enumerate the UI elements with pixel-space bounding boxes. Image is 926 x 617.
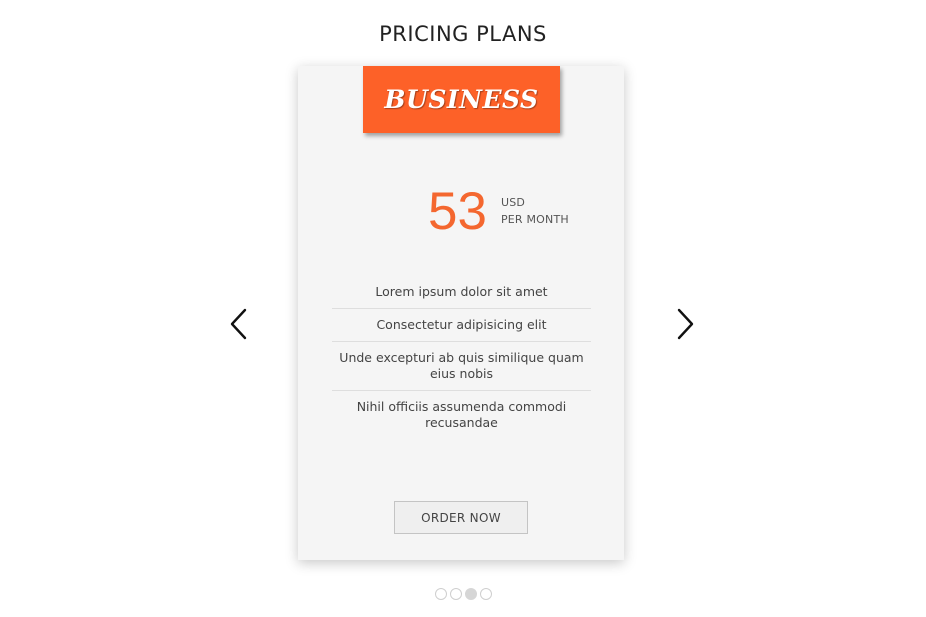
price-block: 53 USD PER MONTH	[428, 181, 569, 241]
pagination-dot-2[interactable]	[449, 588, 462, 600]
chevron-right-icon	[677, 308, 694, 340]
plan-banner: BUSINESS	[363, 66, 560, 133]
pricing-carousel: BUSINESS 53 USD PER MONTH Lorem ipsum do…	[0, 0, 926, 617]
feature-item: Consectetur adipisicing elit	[332, 309, 591, 342]
carousel-prev-button[interactable]	[224, 306, 254, 342]
pagination-dot-1[interactable]	[434, 588, 447, 600]
plan-name: BUSINESS	[384, 85, 539, 114]
price-amount: 53	[428, 181, 487, 241]
chevron-left-icon	[230, 308, 247, 340]
carousel-pagination	[0, 588, 926, 600]
feature-list: Lorem ipsum dolor sit amet Consectetur a…	[332, 276, 591, 439]
pagination-dot-3[interactable]	[464, 588, 477, 600]
price-currency: USD	[500, 196, 526, 209]
order-now-button[interactable]: ORDER NOW	[394, 501, 528, 534]
price-period: PER MONTH	[500, 213, 569, 226]
carousel-next-button[interactable]	[670, 306, 700, 342]
price-meta: USD PER MONTH	[501, 194, 569, 228]
feature-item: Nihil officiis assumenda commodi recusan…	[356, 399, 567, 430]
pricing-card: BUSINESS 53 USD PER MONTH Lorem ipsum do…	[298, 66, 624, 560]
feature-item: Unde excepturi ab quis similique quam ei…	[332, 342, 591, 391]
feature-item: Lorem ipsum dolor sit amet	[332, 276, 591, 309]
pagination-dot-4[interactable]	[479, 588, 492, 600]
